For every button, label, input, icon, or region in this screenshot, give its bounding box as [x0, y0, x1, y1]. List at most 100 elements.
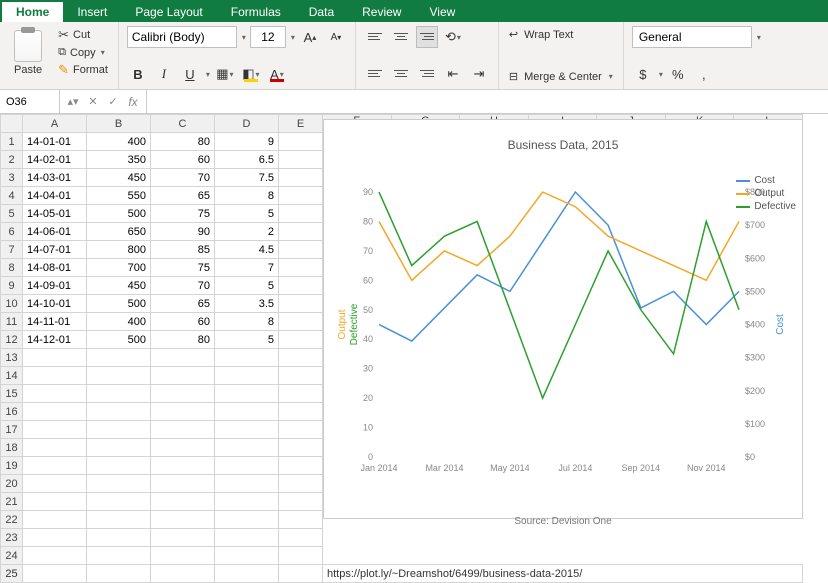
- cell[interactable]: 500: [87, 205, 151, 223]
- cell[interactable]: 5: [215, 277, 279, 295]
- cell[interactable]: 14-08-01: [23, 259, 87, 277]
- paste-button[interactable]: Paste: [8, 28, 48, 78]
- cell[interactable]: [23, 367, 87, 385]
- tab-home[interactable]: Home: [2, 2, 63, 22]
- cell[interactable]: [151, 367, 215, 385]
- cell[interactable]: 350: [87, 151, 151, 169]
- cancel-formula-button[interactable]: ✕: [84, 95, 102, 108]
- cell[interactable]: 14-12-01: [23, 331, 87, 349]
- cell[interactable]: [215, 475, 279, 493]
- cell[interactable]: [279, 421, 323, 439]
- cell[interactable]: 5: [215, 331, 279, 349]
- shrink-font-button[interactable]: A▾: [325, 26, 347, 48]
- align-bottom-button[interactable]: [416, 26, 438, 48]
- cell[interactable]: [87, 457, 151, 475]
- cell[interactable]: [87, 439, 151, 457]
- cell[interactable]: [23, 547, 87, 565]
- cell[interactable]: 70: [151, 277, 215, 295]
- cell[interactable]: 14-04-01: [23, 187, 87, 205]
- cell[interactable]: [87, 547, 151, 565]
- cell[interactable]: 75: [151, 205, 215, 223]
- cell[interactable]: [23, 475, 87, 493]
- align-center-button[interactable]: [390, 63, 412, 85]
- cell[interactable]: 65: [151, 295, 215, 313]
- tab-formulas[interactable]: Formulas: [217, 2, 295, 22]
- bold-button[interactable]: B: [127, 63, 149, 85]
- cell[interactable]: 80: [151, 133, 215, 151]
- row-header[interactable]: 2: [1, 151, 23, 169]
- cell[interactable]: 9: [215, 133, 279, 151]
- tab-data[interactable]: Data: [295, 2, 348, 22]
- row-header[interactable]: 1: [1, 133, 23, 151]
- cell[interactable]: 14-03-01: [23, 169, 87, 187]
- cell[interactable]: [279, 547, 323, 565]
- cell[interactable]: 7.5: [215, 169, 279, 187]
- cell[interactable]: [279, 349, 323, 367]
- cell[interactable]: 14-02-01: [23, 151, 87, 169]
- cell[interactable]: [151, 547, 215, 565]
- cell[interactable]: 5: [215, 205, 279, 223]
- cell[interactable]: [279, 151, 323, 169]
- cell[interactable]: 2: [215, 223, 279, 241]
- cell[interactable]: 14-07-01: [23, 241, 87, 259]
- cell[interactable]: 14-10-01: [23, 295, 87, 313]
- tab-view[interactable]: View: [415, 2, 469, 22]
- cell[interactable]: 14-06-01: [23, 223, 87, 241]
- cell[interactable]: 70: [151, 169, 215, 187]
- cell[interactable]: 14-11-01: [23, 313, 87, 331]
- cell[interactable]: [23, 457, 87, 475]
- merge-center-button[interactable]: ⊟Merge & Center▾: [507, 68, 615, 85]
- row-header[interactable]: 12: [1, 331, 23, 349]
- currency-button[interactable]: $: [632, 63, 654, 85]
- cell[interactable]: [279, 511, 323, 529]
- align-top-button[interactable]: [364, 26, 386, 48]
- tab-insert[interactable]: Insert: [63, 2, 121, 22]
- cell[interactable]: [151, 403, 215, 421]
- cell[interactable]: [279, 403, 323, 421]
- cell[interactable]: [215, 547, 279, 565]
- cell[interactable]: [279, 367, 323, 385]
- border-button[interactable]: ▦▾: [214, 63, 236, 85]
- align-left-button[interactable]: [364, 63, 386, 85]
- cell[interactable]: 7: [215, 259, 279, 277]
- cell[interactable]: 4.5: [215, 241, 279, 259]
- cell[interactable]: 8: [215, 313, 279, 331]
- cell[interactable]: 60: [151, 313, 215, 331]
- cell[interactable]: [215, 493, 279, 511]
- cell[interactable]: [151, 511, 215, 529]
- cell[interactable]: 500: [87, 295, 151, 313]
- cell[interactable]: 500: [87, 331, 151, 349]
- orientation-button[interactable]: ⟲▾: [442, 26, 464, 48]
- cell[interactable]: [215, 529, 279, 547]
- cell[interactable]: 60: [151, 151, 215, 169]
- cell-grid[interactable]: A B C D E FGHIJKL 1 14-01-01 400 80 9 Bu…: [0, 114, 803, 583]
- font-color-button[interactable]: A▾: [266, 63, 288, 85]
- cell[interactable]: [151, 475, 215, 493]
- tab-page-layout[interactable]: Page Layout: [121, 2, 216, 22]
- cell[interactable]: 80: [151, 331, 215, 349]
- align-middle-button[interactable]: [390, 26, 412, 48]
- cell[interactable]: [151, 421, 215, 439]
- row-header[interactable]: 18: [1, 439, 23, 457]
- cell[interactable]: [279, 295, 323, 313]
- comma-button[interactable]: ,: [693, 63, 715, 85]
- row-header[interactable]: 3: [1, 169, 23, 187]
- fx-button[interactable]: fx: [124, 95, 142, 109]
- cell[interactable]: [215, 403, 279, 421]
- percent-button[interactable]: %: [667, 63, 689, 85]
- cell[interactable]: 90: [151, 223, 215, 241]
- copy-button[interactable]: ⧉Copy▾: [56, 45, 110, 60]
- cell[interactable]: [279, 241, 323, 259]
- enter-formula-button[interactable]: ✓: [104, 95, 122, 108]
- row-header[interactable]: 25: [1, 565, 23, 583]
- cell[interactable]: [151, 457, 215, 475]
- row-header[interactable]: 20: [1, 475, 23, 493]
- font-name-select[interactable]: [127, 26, 237, 48]
- cell[interactable]: [279, 385, 323, 403]
- col-header-E[interactable]: E: [279, 115, 323, 133]
- cell[interactable]: [87, 385, 151, 403]
- cell[interactable]: [151, 439, 215, 457]
- cell[interactable]: 75: [151, 259, 215, 277]
- row-header[interactable]: 13: [1, 349, 23, 367]
- cell[interactable]: [87, 349, 151, 367]
